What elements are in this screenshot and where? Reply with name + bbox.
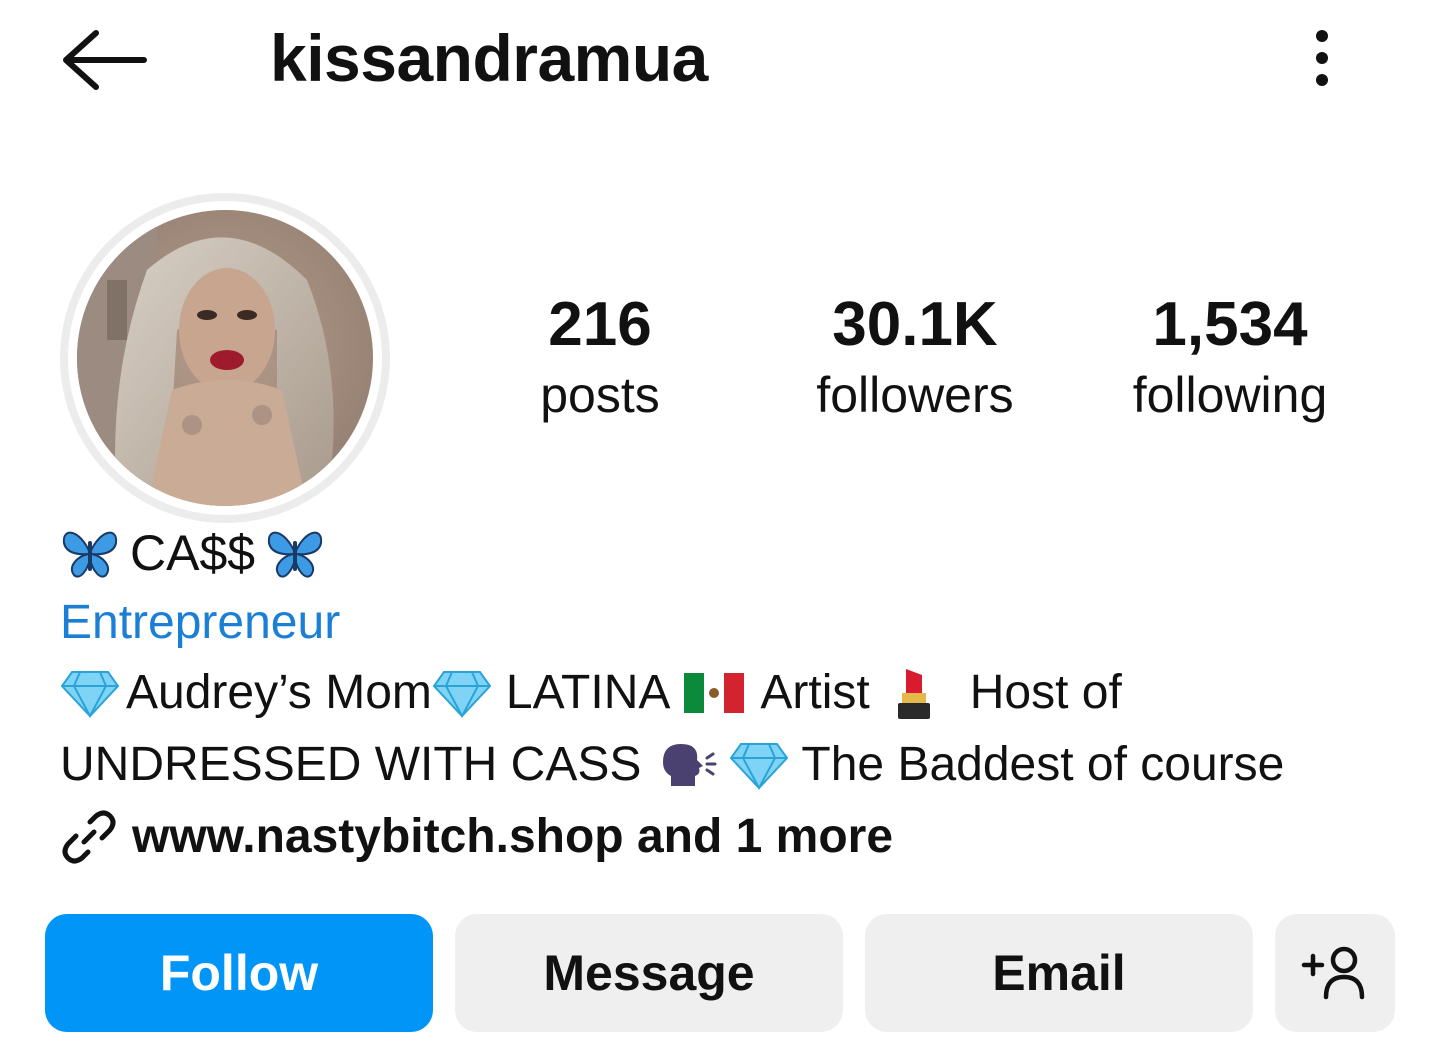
- avatar[interactable]: [77, 210, 373, 506]
- link-text: www.nastybitch.shop and 1 more: [132, 810, 894, 863]
- followers-label: followers: [816, 367, 1014, 423]
- posts-label: posts: [540, 367, 660, 423]
- add-user-button[interactable]: [1275, 914, 1395, 1032]
- avatar-inner: [68, 201, 382, 515]
- back-button[interactable]: [58, 22, 154, 98]
- bio-line: UNDRESSED WITH CASS The Baddest of cours…: [60, 734, 1284, 796]
- butterfly-icon: [60, 525, 120, 581]
- follow-button[interactable]: Follow: [45, 914, 433, 1032]
- profile-category: Entrepreneur: [60, 596, 341, 649]
- mexico-flag-icon: [684, 673, 745, 713]
- diamond-icon: [432, 668, 492, 718]
- followers-count[interactable]: 30.1K followers: [790, 286, 1040, 426]
- lipstick-icon: [892, 665, 936, 721]
- bio-text: Artist: [760, 666, 870, 719]
- arrow-left-icon: [63, 30, 147, 90]
- avatar-ring: [60, 193, 390, 523]
- bio-text: The Baddest of course: [801, 738, 1285, 791]
- following-count[interactable]: 1,534 following: [1105, 286, 1355, 426]
- butterfly-icon: [265, 525, 325, 581]
- more-options-button[interactable]: [1290, 18, 1354, 98]
- bio-text: UNDRESSED WITH CASS: [60, 738, 642, 791]
- link-icon: [62, 810, 116, 864]
- diamond-icon: [729, 740, 789, 790]
- following-value: 1,534: [1152, 290, 1308, 359]
- add-person-icon: [1301, 946, 1365, 1000]
- diamond-icon: [60, 668, 120, 718]
- posts-value: 216: [548, 290, 652, 359]
- bio-link[interactable]: www.nastybitch.shop and 1 more: [60, 806, 893, 868]
- profile-username: kissandramua: [270, 21, 708, 95]
- email-button[interactable]: Email: [865, 914, 1253, 1032]
- more-dot: [1316, 74, 1328, 86]
- more-vertical-icon: [1316, 30, 1328, 42]
- message-button[interactable]: Message: [455, 914, 843, 1032]
- bio-text: LATINA: [505, 666, 671, 719]
- speaking-head-icon: [655, 740, 717, 790]
- profile-photo: [77, 210, 373, 506]
- posts-count[interactable]: 216 posts: [500, 286, 700, 426]
- display-name-text: CA$$: [130, 525, 256, 581]
- bio-text: Audrey’s Mom: [126, 666, 432, 719]
- followers-value: 30.1K: [832, 290, 998, 359]
- more-dot: [1316, 52, 1328, 64]
- bio-line: Audrey’s Mom LATINA Artist Host of: [60, 662, 1122, 724]
- display-name: CA$$: [60, 522, 325, 584]
- following-label: following: [1132, 367, 1328, 423]
- bio-text: Host of: [969, 666, 1122, 719]
